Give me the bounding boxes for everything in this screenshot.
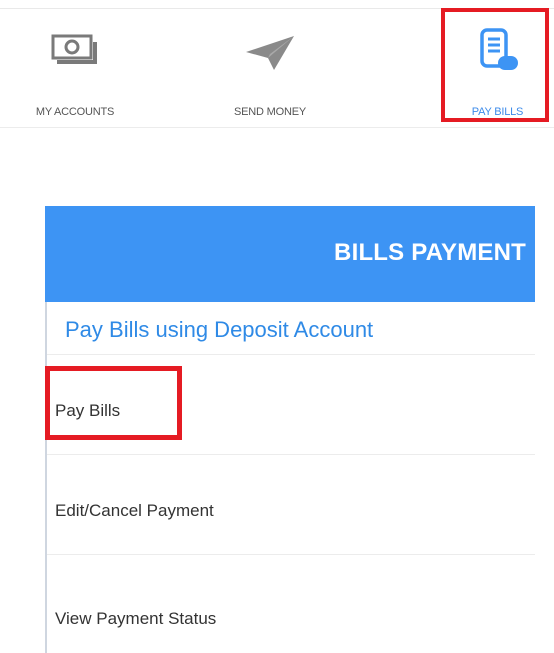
banknote-icon — [0, 26, 150, 78]
bills-payment-header: BILLS PAYMENT — [45, 206, 535, 302]
nav-divider-top — [0, 8, 554, 9]
deposit-account-link[interactable]: Pay Bills using Deposit Account — [65, 317, 373, 343]
bill-receipt-icon — [441, 26, 554, 78]
page: MY ACCOUNTS SEND MONEY PAY BILLS BILLS P… — [0, 0, 554, 653]
menu-item-view-payment-status[interactable]: View Payment Status — [47, 554, 535, 653]
nav-label-pay-bills: PAY BILLS — [471, 106, 524, 118]
menu-item-label: View Payment Status — [55, 609, 217, 628]
bills-payment-panel: BILLS PAYMENT Pay Bills using Deposit Ac… — [45, 206, 554, 653]
top-navigation: MY ACCOUNTS SEND MONEY PAY BILLS — [0, 0, 554, 130]
nav-label-send-money: SEND MONEY — [234, 106, 306, 118]
menu-item-label: Edit/Cancel Payment — [55, 501, 214, 520]
menu-item-label: Pay Bills — [55, 401, 121, 420]
menu-item-edit-cancel-payment[interactable]: Edit/Cancel Payment — [47, 454, 535, 554]
menu-item-pay-bills[interactable]: Pay Bills — [47, 354, 535, 454]
nav-item-pay-bills[interactable]: PAY BILLS — [441, 10, 554, 124]
paper-plane-icon — [200, 26, 340, 78]
nav-label-my-accounts: MY ACCOUNTS — [35, 106, 115, 118]
bills-payment-title: BILLS PAYMENT — [334, 239, 526, 266]
nav-item-my-accounts[interactable]: MY ACCOUNTS — [0, 10, 150, 124]
nav-item-send-money[interactable]: SEND MONEY — [200, 10, 340, 124]
nav-divider-bottom — [0, 127, 554, 128]
